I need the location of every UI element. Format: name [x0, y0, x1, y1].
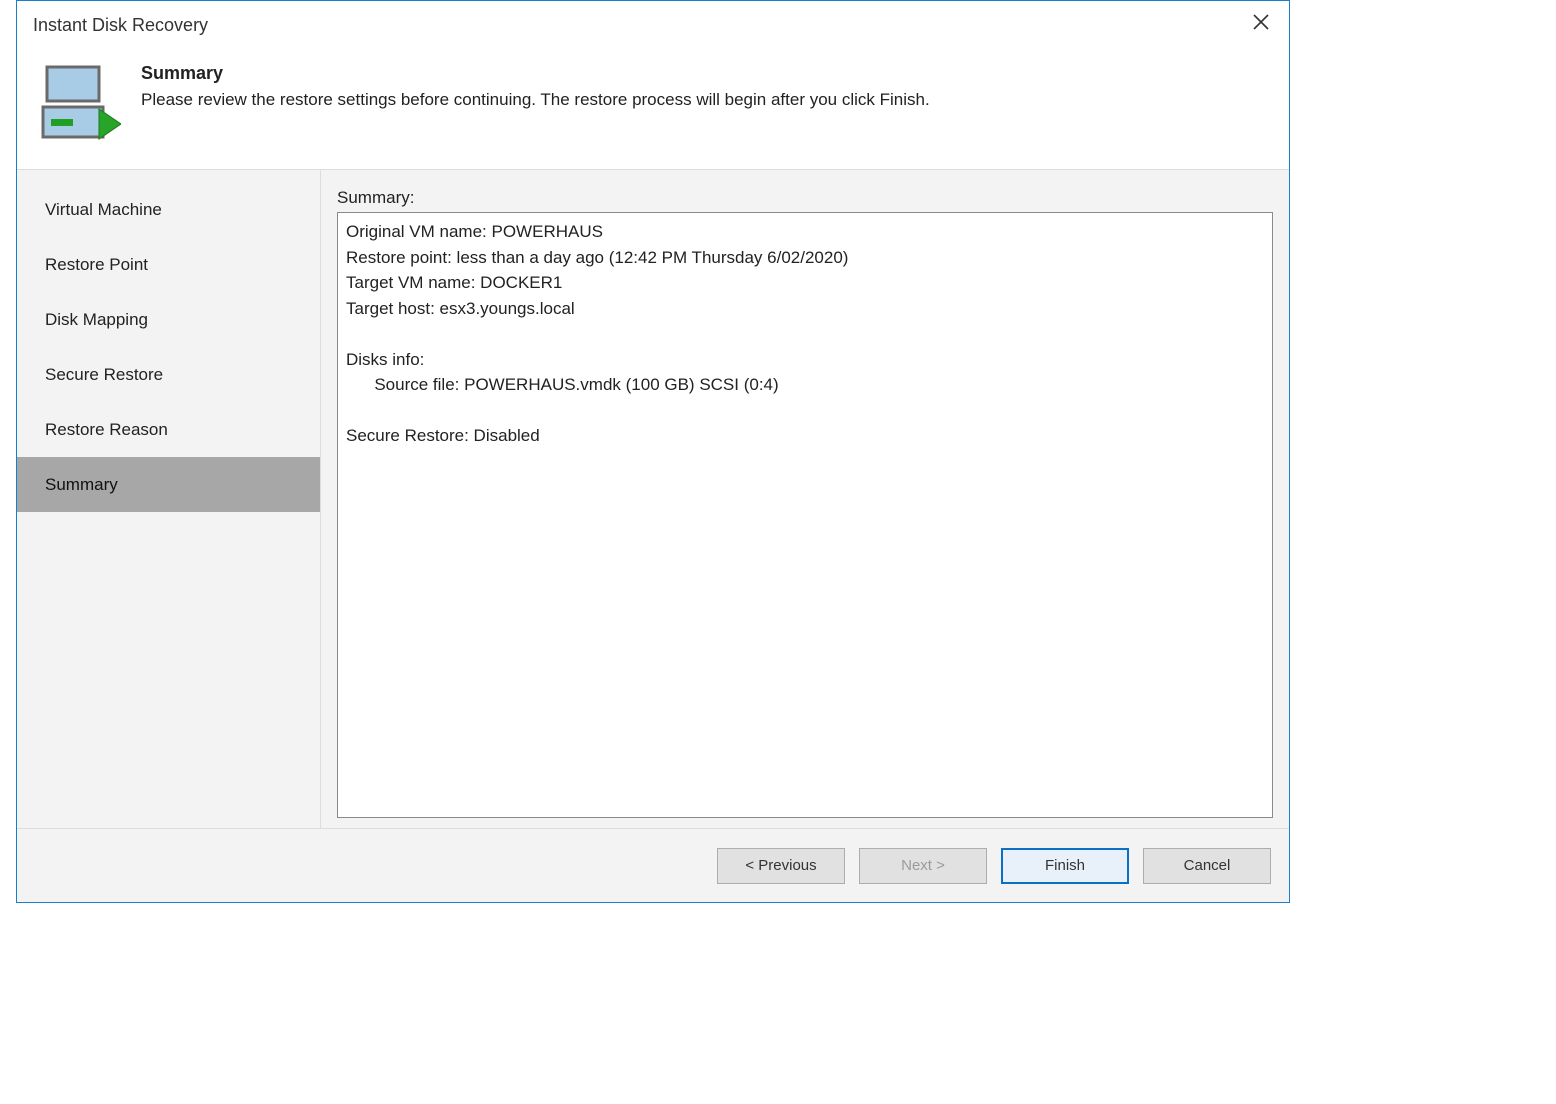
sidebar-item-label: Summary [45, 475, 118, 495]
main-panel: Summary: Original VM name: POWERHAUS Res… [321, 170, 1289, 828]
titlebar: Instant Disk Recovery [17, 1, 1289, 49]
summary-line: Source file: POWERHAUS.vmdk (100 GB) SCS… [346, 375, 779, 394]
summary-line: Original VM name: POWERHAUS [346, 222, 603, 241]
dialog-instant-disk-recovery: Instant Disk Recovery [16, 0, 1290, 903]
sidebar-item-restore-reason[interactable]: Restore Reason [17, 402, 320, 457]
sidebar-item-disk-mapping[interactable]: Disk Mapping [17, 292, 320, 347]
summary-line: Target VM name: DOCKER1 [346, 273, 562, 292]
summary-line: Target host: esx3.youngs.local [346, 299, 575, 318]
previous-button[interactable]: < Previous [717, 848, 845, 884]
footer: < Previous Next > Finish Cancel [17, 828, 1289, 902]
header-text: Summary Please review the restore settin… [141, 61, 1271, 110]
sidebar-item-restore-point[interactable]: Restore Point [17, 237, 320, 292]
finish-button[interactable]: Finish [1001, 848, 1129, 884]
sidebar-item-virtual-machine[interactable]: Virtual Machine [17, 182, 320, 237]
sidebar-item-label: Restore Reason [45, 420, 168, 440]
header-panel: Summary Please review the restore settin… [17, 49, 1289, 170]
header-subtitle: Please review the restore settings befor… [141, 90, 1271, 110]
body: Virtual Machine Restore Point Disk Mappi… [17, 170, 1289, 828]
sidebar-item-label: Virtual Machine [45, 200, 162, 220]
dialog-title: Instant Disk Recovery [33, 15, 1247, 36]
wizard-icon [35, 61, 121, 147]
sidebar-item-label: Disk Mapping [45, 310, 148, 330]
sidebar-item-summary[interactable]: Summary [17, 457, 320, 512]
header-heading: Summary [141, 63, 1271, 84]
next-button: Next > [859, 848, 987, 884]
close-icon [1252, 13, 1270, 37]
cancel-button[interactable]: Cancel [1143, 848, 1271, 884]
sidebar-item-label: Restore Point [45, 255, 148, 275]
wizard-sidebar: Virtual Machine Restore Point Disk Mappi… [17, 170, 321, 828]
summary-line: Restore point: less than a day ago (12:4… [346, 248, 848, 267]
close-button[interactable] [1247, 11, 1275, 39]
summary-line: Disks info: [346, 350, 424, 369]
summary-line: Secure Restore: Disabled [346, 426, 540, 445]
sidebar-item-label: Secure Restore [45, 365, 163, 385]
summary-textbox[interactable]: Original VM name: POWERHAUS Restore poin… [337, 212, 1273, 818]
sidebar-item-secure-restore[interactable]: Secure Restore [17, 347, 320, 402]
summary-label: Summary: [337, 188, 1273, 208]
